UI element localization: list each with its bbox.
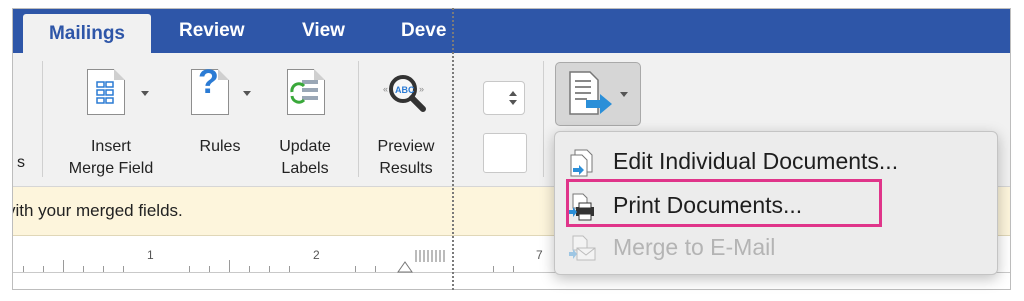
menu-item-label: Edit Individual Documents... [613,148,899,174]
insert-merge-field-button[interactable]: Insert Merge Field [51,53,171,183]
ruler-tick [355,266,356,272]
column-marker-icon[interactable] [415,250,445,262]
preview-results-label-2: Results [379,160,433,177]
finish-merge-icon [569,71,628,115]
menu-item-edit-individual-documents[interactable]: Edit Individual Documents... [565,144,985,180]
ruler-tick [269,266,270,272]
svg-text:«: « [383,84,388,94]
preview-results-label-1: Preview [377,138,435,155]
insert-merge-field-label-1: Insert [90,138,131,155]
highlight-box [566,179,882,227]
ruler-tick [229,260,230,272]
tab-view[interactable]: View [302,9,345,53]
ruler-tick [103,266,104,272]
ribbon-tab-bar: Mailings Review View Deve [13,9,1010,53]
tab-developer[interactable]: Deve [401,9,446,53]
svg-text:ABC: ABC [395,85,415,95]
ruler-number: 1 [147,248,154,262]
partial-button-label: s [17,154,25,171]
svg-text:»: » [419,84,424,94]
ruler-number: 2 [313,248,320,262]
message-text: vith your merged fields. [12,201,183,220]
ruler-tick [493,266,494,272]
ribbon-separator [42,61,43,177]
ruler-tick [63,260,64,272]
ruler-tick [189,266,190,272]
update-labels-icon [287,69,325,115]
spinner-arrows-icon[interactable] [508,88,518,108]
ruler-number: 7 [536,248,543,262]
merge-field-icon [87,69,125,115]
ruler-tick [375,266,376,272]
record-spinner[interactable] [483,81,525,115]
ruler-tick [23,266,24,272]
rules-label: Rules [199,138,241,155]
rules-icon: ? [191,63,229,115]
ruler-tick [289,266,290,272]
ruler-tick [209,266,210,272]
menu-item-label: Merge to E-Mail [613,234,776,260]
refresh-icon [290,80,318,104]
tab-review[interactable]: Review [179,9,244,53]
menu-item-merge-to-email: Merge to E-Mail [565,230,985,266]
finish-merge-button[interactable] [555,62,641,126]
ruler-tick [513,266,514,272]
ruler-tick [83,266,84,272]
update-labels-label-1: Update [279,138,331,155]
edit-documents-icon [570,149,593,177]
ruler-tick [249,266,250,272]
ruler-tick [123,266,124,272]
magnifier-icon: ABC « » [383,75,426,112]
rules-button[interactable]: ? Rules [183,53,257,183]
chevron-down-icon[interactable] [243,91,251,96]
ruler-tick [43,266,44,272]
grid-icon [96,81,114,104]
chevron-down-icon[interactable] [141,91,149,96]
insert-merge-field-label-2: Merge Field [68,160,154,177]
preview-results-button[interactable]: ABC « » Preview Results [365,53,447,183]
tab-mailings[interactable]: Mailings [23,14,151,53]
ribbon-separator [358,61,359,177]
ribbon-separator [543,61,544,177]
question-mark-icon: ? [198,63,219,101]
update-labels-button[interactable]: Update Labels [265,53,345,183]
record-number-field[interactable] [483,133,527,173]
update-labels-label-2: Labels [281,160,329,177]
email-merge-icon [569,235,596,261]
split-divider [452,8,454,290]
indent-marker-icon[interactable] [397,260,413,274]
